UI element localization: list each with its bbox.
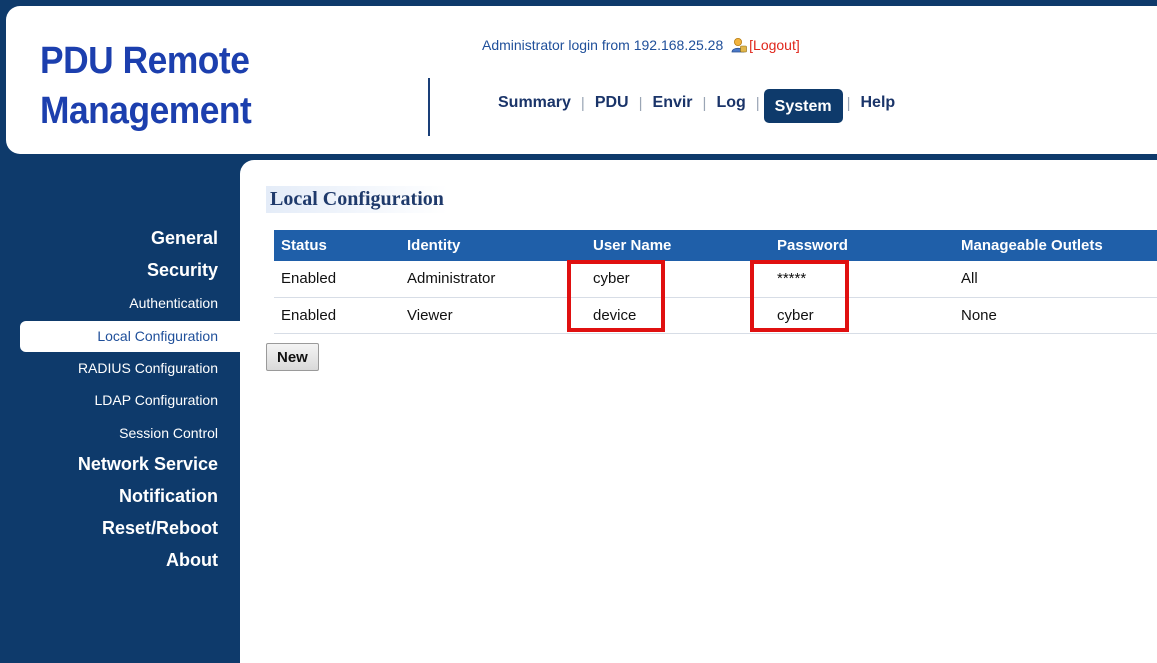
sidebar-item-security[interactable]: Security [147,260,218,281]
column-header-user-name: User Name [586,230,770,261]
sidebar: General Security Authentication Local Co… [0,154,240,663]
sidebar-item-ldap-configuration[interactable]: LDAP Configuration [95,392,218,408]
column-header-identity: Identity [400,230,586,261]
cell-manageable-outlets: None [954,297,1157,334]
header-divider [428,78,430,136]
main-content: Local Configuration Status Identity User… [240,160,1157,663]
nav-pdu[interactable]: PDU [585,94,639,112]
sidebar-item-network-service[interactable]: Network Service [78,454,218,475]
nav-log[interactable]: Log [706,94,755,112]
page-title: Local Configuration [266,186,448,213]
table-row[interactable]: Enabled Viewer device cyber None [274,297,1157,334]
cell-identity: Viewer [400,297,586,334]
page-frame: PDU Remote Management Administrator logi… [0,0,1157,663]
column-header-manageable-outlets: Manageable Outlets [954,230,1157,261]
sidebar-item-authentication[interactable]: Authentication [129,295,218,311]
sidebar-item-about[interactable]: About [166,550,218,571]
sidebar-item-general[interactable]: General [151,228,218,249]
nav-system[interactable]: System [763,89,843,123]
cell-manageable-outlets: All [954,261,1157,298]
app-title-line2: Management [40,90,252,132]
sidebar-item-radius-configuration[interactable]: RADIUS Configuration [78,360,218,376]
top-navigation: Summary | PDU | Envir | Log | System | H… [488,86,906,123]
password-highlight-box [750,260,849,332]
app-logo: PDU Remote Management [40,36,252,136]
users-table: Status Identity User Name Password Manag… [274,230,1157,334]
column-header-password: Password [770,230,954,261]
table-header-row: Status Identity User Name Password Manag… [274,230,1157,261]
logout-link[interactable]: Logout [753,37,796,53]
cell-status: Enabled [274,297,400,334]
user-icon [731,37,747,53]
cell-identity: Administrator [400,261,586,298]
nav-separator: | [755,94,760,112]
username-highlight-box [567,260,665,332]
sidebar-item-local-configuration[interactable]: Local Configuration [20,321,240,352]
logout-bracket-close: ] [795,37,800,53]
new-user-button[interactable]: New [266,343,319,371]
login-info: Administrator login from 192.168.25.28 [… [482,37,800,53]
cell-status: Enabled [274,261,400,298]
nav-summary[interactable]: Summary [488,94,581,112]
nav-envir[interactable]: Envir [643,94,703,112]
sidebar-item-session-control[interactable]: Session Control [119,425,218,441]
nav-help[interactable]: Help [851,94,906,112]
column-header-status: Status [274,230,400,261]
sidebar-item-notification[interactable]: Notification [119,486,218,507]
table-row[interactable]: Enabled Administrator cyber ***** All [274,261,1157,298]
app-title-line1: PDU Remote [40,40,250,82]
login-text: Administrator login from 192.168.25.28 [482,37,724,53]
header: PDU Remote Management Administrator logi… [6,6,1157,154]
sidebar-item-label: Local Configuration [97,328,218,344]
sidebar-item-reset-reboot[interactable]: Reset/Reboot [102,518,218,539]
